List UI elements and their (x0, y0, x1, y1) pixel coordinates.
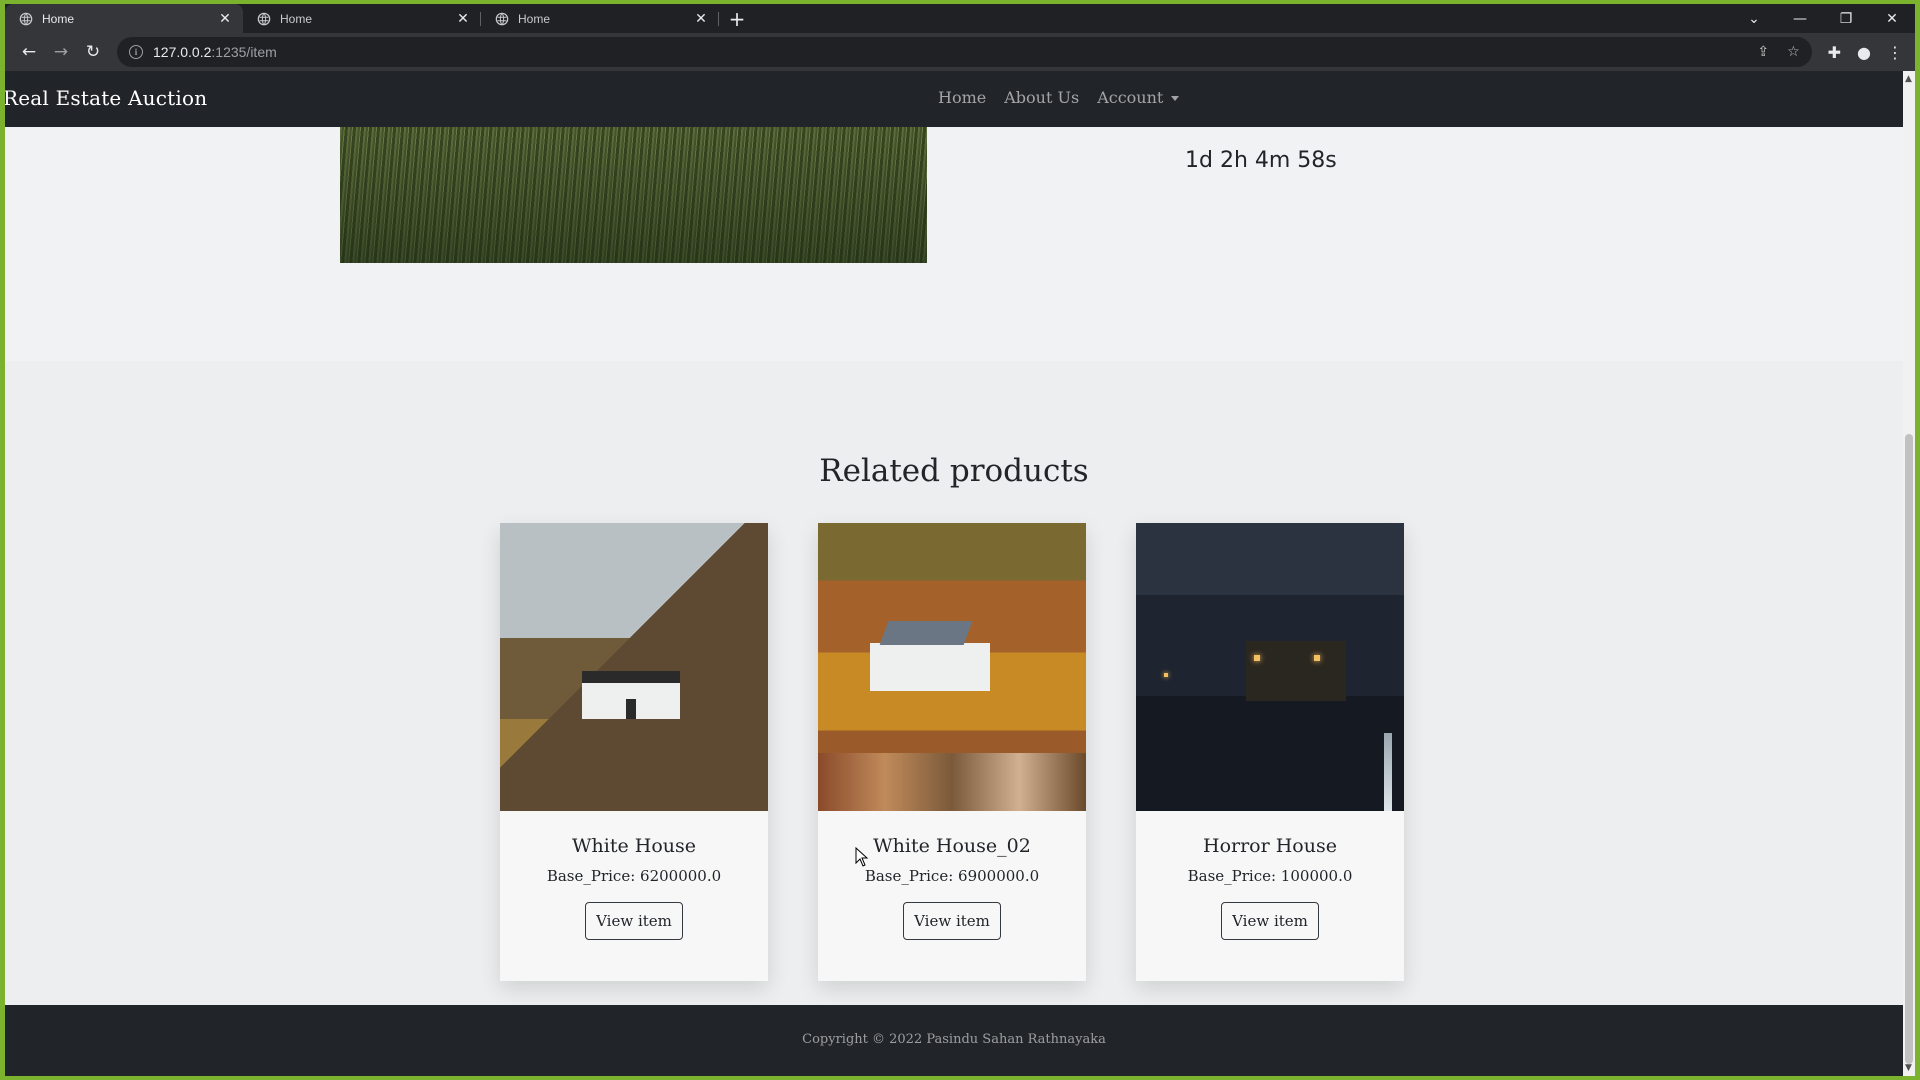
close-icon[interactable]: ✕ (455, 11, 471, 27)
close-window-button[interactable]: ✕ (1869, 4, 1915, 33)
new-tab-button[interactable]: + (723, 4, 751, 33)
product-card: White House Base_Price: 6200000.0 View i… (500, 523, 768, 981)
tab-search-icon[interactable]: ⌄ (1731, 4, 1777, 33)
forward-button[interactable]: → (45, 36, 77, 68)
address-bar[interactable]: i 127.0.0.2:1235/item ⇪ ☆ (117, 37, 1812, 67)
globe-icon (257, 12, 271, 25)
nav-account-dropdown[interactable]: Account (1097, 88, 1180, 107)
copyright-text: Copyright © 2022 Pasindu Sahan Rathnayak… (802, 1032, 1106, 1047)
view-item-button[interactable]: View item (903, 902, 1001, 940)
product-image (500, 523, 768, 811)
globe-icon (495, 12, 509, 25)
auction-countdown: 1d 2h 4m 58s (1185, 148, 1337, 173)
tab-home-1[interactable]: Home ✕ (5, 4, 243, 33)
brand-link[interactable]: Real Estate Auction (5, 86, 207, 110)
nav-home-link[interactable]: Home (938, 88, 986, 107)
page-viewport: 1d 2h 4m 58s Related products White Hous… (5, 71, 1903, 1076)
globe-icon (19, 12, 33, 25)
nav-account-label: Account (1097, 88, 1164, 107)
scroll-up-icon[interactable]: ▲ (1905, 74, 1912, 84)
scrollbar-thumb[interactable] (1905, 434, 1913, 1064)
share-icon[interactable]: ⇪ (1757, 44, 1769, 60)
tab-separator (718, 12, 719, 26)
product-price: Base_Price: 100000.0 (1187, 867, 1353, 885)
scroll-down-icon[interactable]: ▼ (1905, 1063, 1912, 1073)
window-controls: ⌄ — ❐ ✕ (1731, 4, 1915, 33)
close-icon[interactable]: ✕ (693, 11, 709, 27)
tab-strip: Home ✕ Home ✕ Home ✕ + ⌄ — ❐ ✕ (5, 4, 1915, 33)
menu-icon[interactable]: ⋮ (1887, 43, 1903, 62)
product-price: Base_Price: 6200000.0 (546, 867, 722, 885)
product-title: Horror House (1203, 835, 1337, 857)
nav-links: Home About Us Account (938, 88, 1180, 107)
mouse-cursor-icon (855, 847, 869, 867)
page-scrollbar[interactable]: ▲ ▼ (1903, 71, 1915, 1076)
site-footer: Copyright © 2022 Pasindu Sahan Rathnayak… (5, 1005, 1903, 1076)
product-image (818, 523, 1086, 811)
profile-icon[interactable]: ● (1857, 43, 1871, 62)
tab-label: Home (42, 11, 75, 26)
extensions-icon[interactable]: ✚ (1828, 43, 1841, 62)
tab-label: Home (280, 11, 313, 26)
restore-button[interactable]: ❐ (1823, 4, 1869, 33)
back-button[interactable]: ← (13, 36, 45, 68)
item-image (340, 127, 927, 263)
bookmark-star-icon[interactable]: ☆ (1787, 44, 1800, 60)
browser-toolbar: ← → ↻ i 127.0.0.2:1235/item ⇪ ☆ ✚ ● ⋮ (5, 33, 1915, 71)
product-card: White House_02 Base_Price: 6900000.0 Vie… (818, 523, 1086, 981)
info-icon[interactable]: i (129, 45, 143, 59)
reload-button[interactable]: ↻ (77, 36, 109, 68)
related-products-heading: Related products (819, 453, 1089, 489)
product-price: Base_Price: 6900000.0 (864, 867, 1040, 885)
close-icon[interactable]: ✕ (217, 11, 233, 27)
view-item-button[interactable]: View item (1221, 902, 1319, 940)
product-card: Horror House Base_Price: 100000.0 View i… (1136, 523, 1404, 981)
nav-about-link[interactable]: About Us (1004, 88, 1079, 107)
product-image (1136, 523, 1404, 811)
tab-home-3[interactable]: Home ✕ (481, 4, 719, 33)
url-path: :1235/item (211, 44, 277, 60)
tab-label: Home (518, 11, 551, 26)
view-item-button[interactable]: View item (585, 902, 683, 940)
caret-down-icon (1171, 96, 1180, 101)
site-navbar: Real Estate Auction Home About Us Accoun… (5, 71, 1903, 127)
minimize-button[interactable]: — (1777, 4, 1823, 33)
product-title: White House (571, 835, 696, 857)
tab-home-2[interactable]: Home ✕ (243, 4, 481, 33)
url-host: 127.0.0.2 (153, 44, 212, 60)
